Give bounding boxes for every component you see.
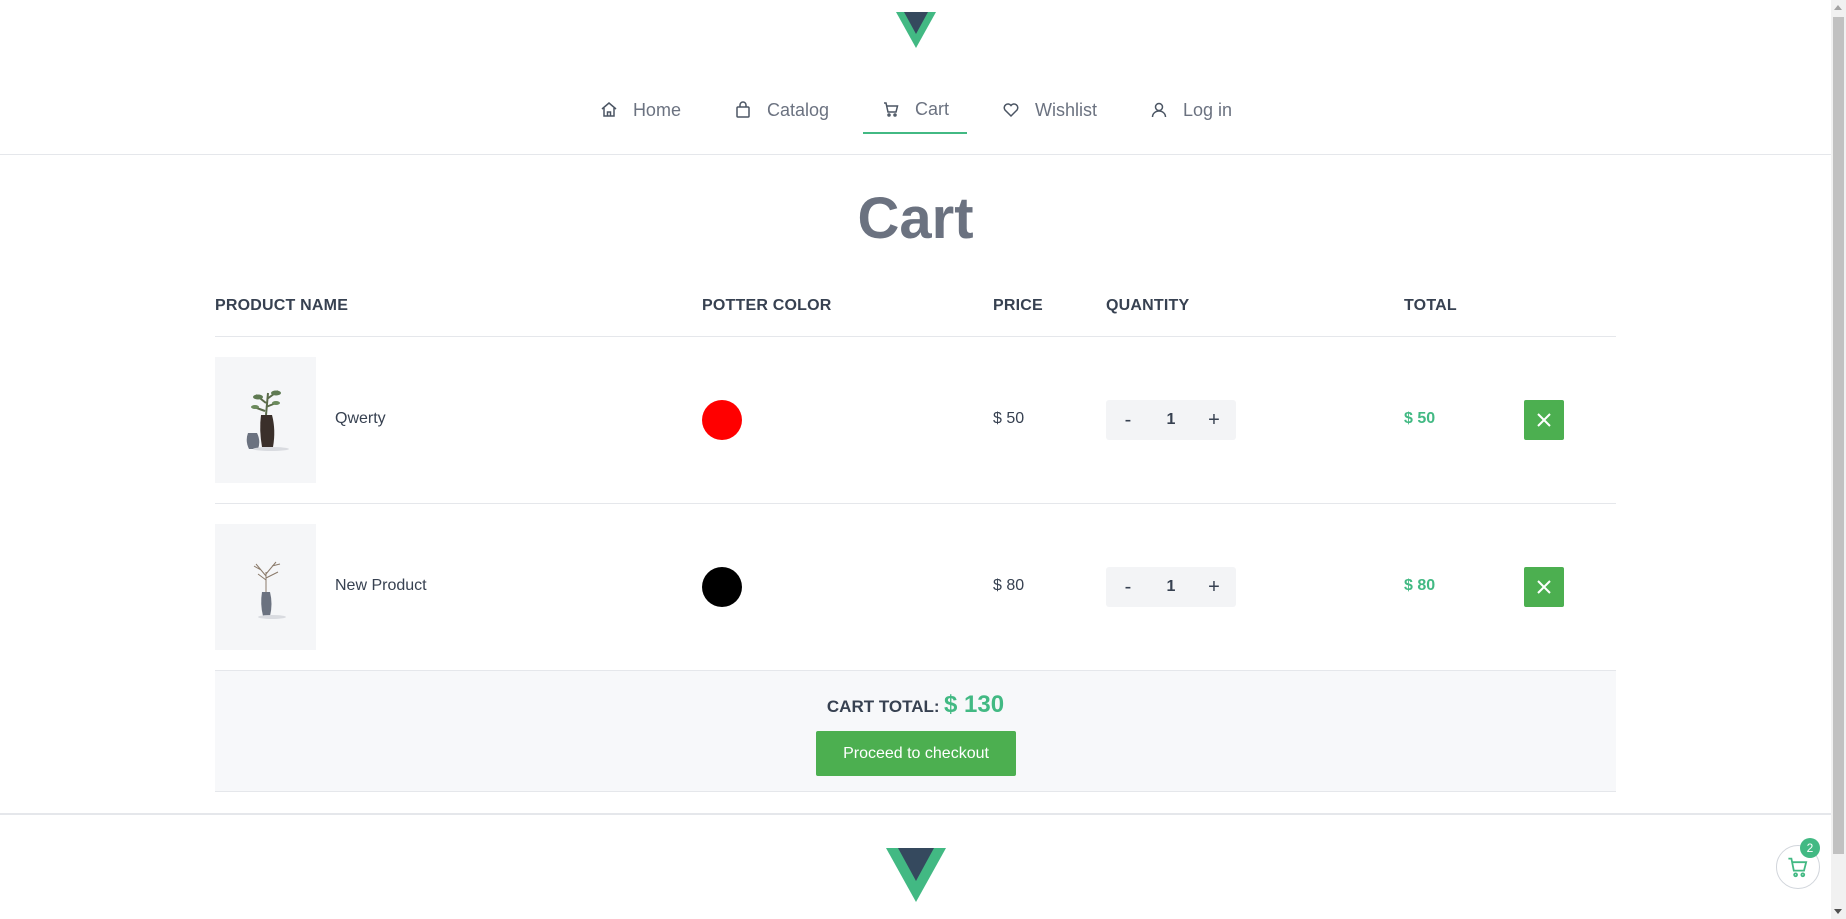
header-potter-color: POTTER COLOR — [702, 297, 832, 314]
user-icon — [1149, 100, 1169, 120]
nav-login-label: Log in — [1183, 99, 1233, 120]
header-quantity: QUANTITY — [1106, 297, 1190, 314]
table-row: New Product $ 80 - 1 + $ 80 — [215, 504, 1616, 671]
nav-wishlist[interactable]: Wishlist — [983, 86, 1115, 134]
page-title: Cart — [857, 186, 974, 251]
cart-icon — [881, 99, 901, 119]
page: Home Catalog Cart Wishlist Log in Cart P… — [0, 0, 1831, 919]
main-nav: Home Catalog Cart Wishlist Log in — [0, 86, 1831, 136]
scrollbar-thumb[interactable] — [1833, 17, 1844, 854]
vue-logo-icon[interactable] — [896, 12, 936, 48]
increase-button[interactable]: + — [1204, 576, 1224, 599]
footer-divider — [0, 813, 1831, 815]
quantity-value: 1 — [1166, 578, 1176, 595]
nav-catalog[interactable]: Catalog — [715, 86, 847, 134]
nav-divider — [0, 154, 1831, 155]
decrease-button[interactable]: - — [1118, 409, 1138, 432]
table-row: Qwerty $ 50 - 1 + $ 50 — [215, 337, 1616, 504]
quantity-stepper: - 1 + — [1106, 400, 1236, 440]
remove-button[interactable] — [1524, 567, 1564, 607]
cart-total-label: CART TOTAL: — [826, 697, 940, 716]
close-icon — [1537, 413, 1551, 427]
product-image[interactable] — [215, 524, 316, 650]
cart-total-value: $ 130 — [944, 691, 1005, 718]
nav-login[interactable]: Log in — [1131, 86, 1250, 134]
nav-home[interactable]: Home — [581, 86, 699, 134]
decrease-button[interactable]: - — [1118, 576, 1138, 599]
bag-icon — [733, 100, 753, 120]
cart-table: PRODUCT NAME POTTER COLOR PRICE QUANTITY… — [215, 285, 1616, 792]
nav-catalog-label: Catalog — [766, 99, 829, 120]
product-image[interactable] — [215, 357, 316, 483]
nav-wishlist-label: Wishlist — [1035, 99, 1098, 120]
nav-home-label: Home — [632, 99, 681, 120]
scroll-up-icon[interactable] — [1834, 5, 1842, 10]
quantity-value: 1 — [1166, 411, 1176, 428]
increase-button[interactable]: + — [1204, 409, 1224, 432]
vue-logo-icon[interactable] — [886, 848, 946, 902]
scroll-down-icon[interactable] — [1834, 909, 1842, 914]
vertical-scrollbar[interactable] — [1831, 0, 1846, 919]
nav-cart[interactable]: Cart — [863, 86, 968, 134]
color-swatch — [702, 400, 742, 440]
product-name[interactable]: Qwerty — [335, 410, 386, 428]
heart-icon — [1001, 100, 1021, 120]
header-price: PRICE — [993, 297, 1043, 314]
row-total: $ 80 — [1404, 577, 1436, 594]
checkout-button[interactable]: Proceed to checkout — [816, 731, 1016, 776]
header-total: TOTAL — [1404, 297, 1457, 314]
header-product-name: PRODUCT NAME — [215, 297, 349, 314]
nav-cart-label: Cart — [915, 98, 950, 119]
cart-icon — [1788, 857, 1808, 878]
home-icon — [599, 100, 619, 120]
quantity-stepper: - 1 + — [1106, 567, 1236, 607]
cart-total: CART TOTAL: $ 130 — [215, 691, 1616, 719]
row-total: $ 50 — [1404, 410, 1436, 427]
cart-count-badge: 2 — [1800, 838, 1820, 858]
product-name[interactable]: New Product — [335, 577, 427, 595]
cart-summary: CART TOTAL: $ 130 Proceed to checkout — [215, 671, 1616, 792]
remove-button[interactable] — [1524, 400, 1564, 440]
product-price: $ 50 — [993, 410, 1025, 427]
product-price: $ 80 — [993, 577, 1025, 594]
table-header: PRODUCT NAME POTTER COLOR PRICE QUANTITY… — [215, 285, 1616, 337]
color-swatch — [702, 567, 742, 607]
close-icon — [1537, 580, 1551, 594]
